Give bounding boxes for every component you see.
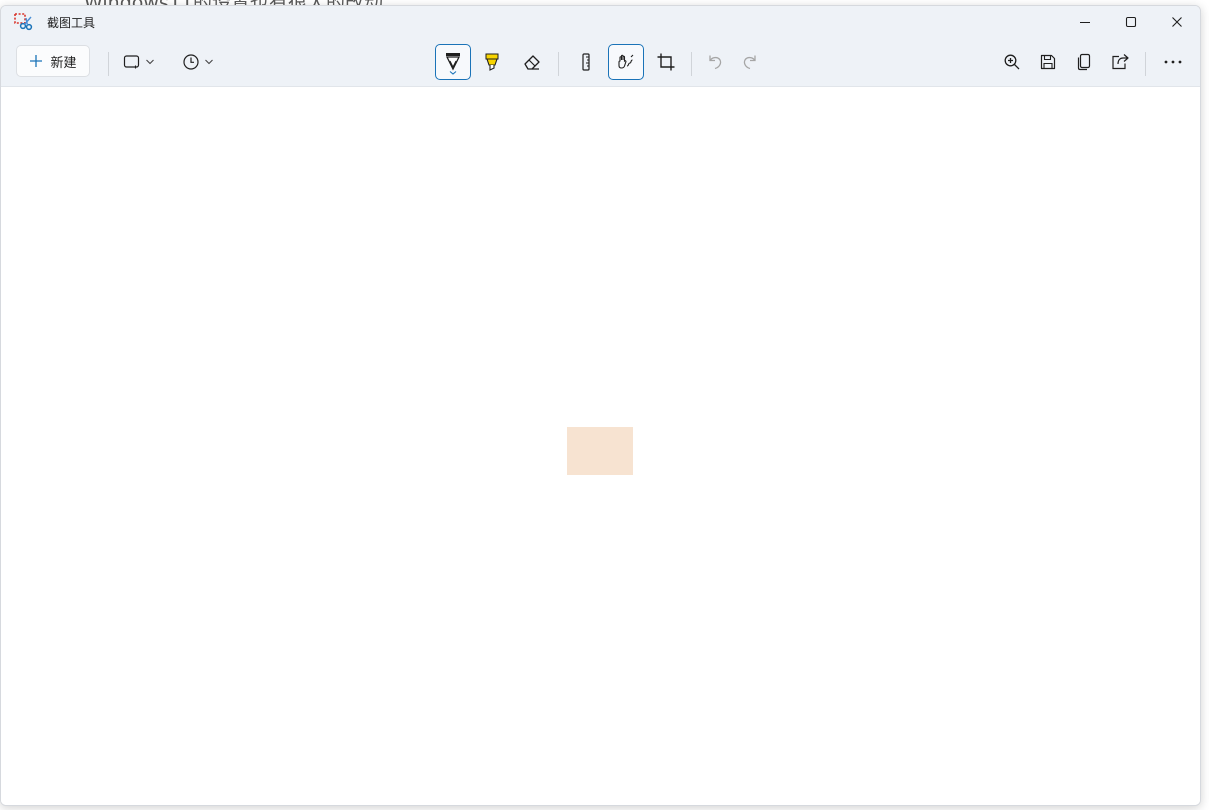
- snip-canvas[interactable]: [1, 87, 1200, 805]
- plus-icon: [30, 55, 43, 67]
- redo-icon: [743, 55, 756, 70]
- ruler-button[interactable]: [569, 45, 603, 79]
- chevron-down-icon: [146, 59, 154, 65]
- more-options-button[interactable]: [1156, 45, 1190, 79]
- eraser-icon: [524, 55, 540, 70]
- eraser-button[interactable]: [515, 45, 549, 79]
- delay-dropdown[interactable]: [182, 45, 226, 79]
- undo-button[interactable]: [698, 45, 732, 79]
- more-icon: [1164, 60, 1182, 64]
- highlighter-icon: [485, 53, 499, 71]
- snip-mode-dropdown[interactable]: [123, 45, 167, 79]
- toolbar-divider: [108, 52, 109, 76]
- minimize-button[interactable]: [1062, 6, 1108, 38]
- captured-snip-image: [567, 427, 633, 475]
- toolbar-divider: [691, 52, 692, 76]
- redo-button[interactable]: [733, 45, 767, 79]
- new-snip-label: 新建: [50, 55, 77, 71]
- new-snip-button[interactable]: 新建: [16, 45, 90, 77]
- touch-writing-icon: [618, 54, 634, 69]
- app-title: 截图工具: [47, 16, 96, 30]
- ballpoint-pen-button[interactable]: [435, 44, 471, 80]
- copy-icon: [1077, 53, 1091, 71]
- maximize-icon: [1125, 16, 1137, 28]
- toolbar-divider: [1145, 52, 1146, 76]
- touch-writing-button[interactable]: [608, 44, 644, 80]
- crop-icon: [657, 53, 675, 71]
- highlighter-button[interactable]: [475, 45, 509, 79]
- save-button[interactable]: [1031, 45, 1065, 79]
- snipping-tool-app-icon: [14, 13, 34, 31]
- zoom-button[interactable]: [995, 45, 1029, 79]
- toolbar-divider: [558, 52, 559, 76]
- undo-icon: [709, 55, 722, 70]
- close-icon: [1172, 17, 1182, 27]
- ballpoint-pen-icon: [445, 53, 461, 75]
- toolbar: 新建: [1, 38, 1200, 87]
- title-bar: 截图工具: [1, 6, 1200, 38]
- save-icon: [1040, 54, 1056, 70]
- snipping-tool-window: 截图工具 新建: [0, 5, 1201, 806]
- copy-button[interactable]: [1067, 45, 1101, 79]
- share-button[interactable]: [1103, 45, 1137, 79]
- chevron-down-icon: [205, 59, 213, 65]
- minimize-icon: [1080, 21, 1090, 24]
- zoom-in-icon: [1004, 54, 1020, 70]
- rectangle-snip-icon: [123, 55, 140, 69]
- close-button[interactable]: [1154, 6, 1200, 38]
- clock-icon: [183, 54, 199, 70]
- ruler-icon: [582, 53, 590, 71]
- maximize-button[interactable]: [1108, 6, 1154, 38]
- share-icon: [1112, 54, 1129, 70]
- crop-button[interactable]: [649, 45, 683, 79]
